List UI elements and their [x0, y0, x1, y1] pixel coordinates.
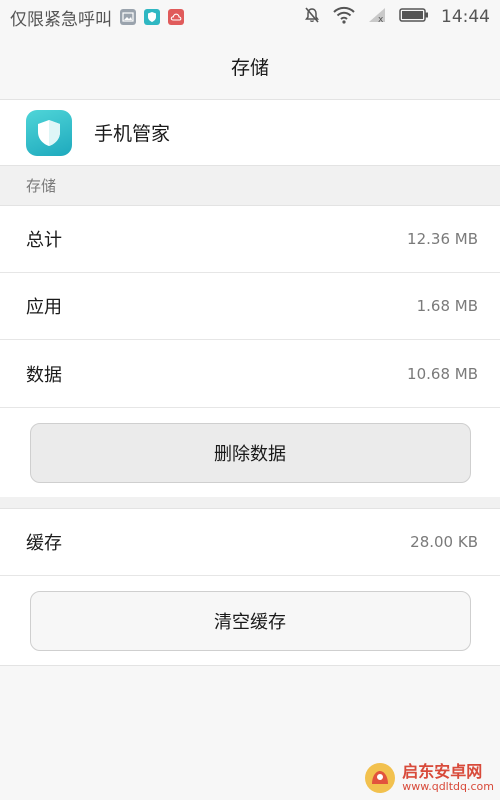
- storage-row-data: 数据 10.68 MB: [0, 340, 500, 407]
- row-value: 28.00 KB: [410, 533, 478, 551]
- section-header: 存储: [0, 166, 500, 206]
- storage-row-apps: 应用 1.68 MB: [0, 273, 500, 340]
- status-bar: 仅限紧急呼叫 x 14:44: [0, 0, 500, 34]
- status-left: 仅限紧急呼叫: [10, 5, 184, 30]
- clear-cache-area: 清空缓存: [0, 576, 500, 666]
- watermark: 启东安卓网 www.qdltdq.com: [364, 762, 494, 794]
- watermark-name: 启东安卓网: [402, 761, 483, 781]
- signal-icon: x: [367, 6, 387, 29]
- app-name: 手机管家: [94, 123, 171, 145]
- gallery-icon: [120, 9, 136, 25]
- section-title: 存储: [26, 177, 57, 195]
- row-value: 10.68 MB: [407, 364, 478, 383]
- row-value: 1.68 MB: [416, 297, 478, 315]
- shield-icon: [144, 9, 160, 25]
- page-title: 存储: [230, 57, 269, 79]
- carrier-text: 仅限紧急呼叫: [10, 9, 112, 30]
- delete-data-button[interactable]: 删除数据: [29, 422, 471, 483]
- clock: 14:44: [441, 7, 490, 27]
- svg-text:x: x: [378, 15, 384, 24]
- section-gap: [0, 497, 500, 509]
- watermark-url: www.qdltdq.com: [402, 779, 494, 793]
- title-bar: 存储: [0, 34, 500, 100]
- mute-icon: [303, 6, 321, 29]
- delete-data-area: 删除数据: [0, 407, 500, 497]
- cloud-icon: [168, 9, 184, 25]
- clear-cache-button[interactable]: 清空缓存: [29, 590, 471, 651]
- row-label: 缓存: [26, 533, 62, 554]
- battery-icon: [399, 7, 429, 28]
- watermark-logo-icon: [365, 763, 396, 793]
- row-value: 12.36 MB: [407, 230, 478, 248]
- status-right: x 14:44: [303, 6, 490, 29]
- row-label: 应用: [26, 297, 62, 318]
- shield-icon: [38, 119, 60, 146]
- app-icon: [26, 109, 72, 156]
- cache-row: 缓存 28.00 KB: [0, 509, 500, 576]
- wifi-icon: [333, 6, 355, 29]
- storage-row-total: 总计 12.36 MB: [0, 206, 500, 273]
- row-label: 数据: [26, 364, 62, 386]
- watermark-text: 启东安卓网 www.qdltdq.com: [402, 761, 494, 793]
- app-header: 手机管家: [0, 100, 500, 166]
- row-label: 总计: [26, 230, 62, 251]
